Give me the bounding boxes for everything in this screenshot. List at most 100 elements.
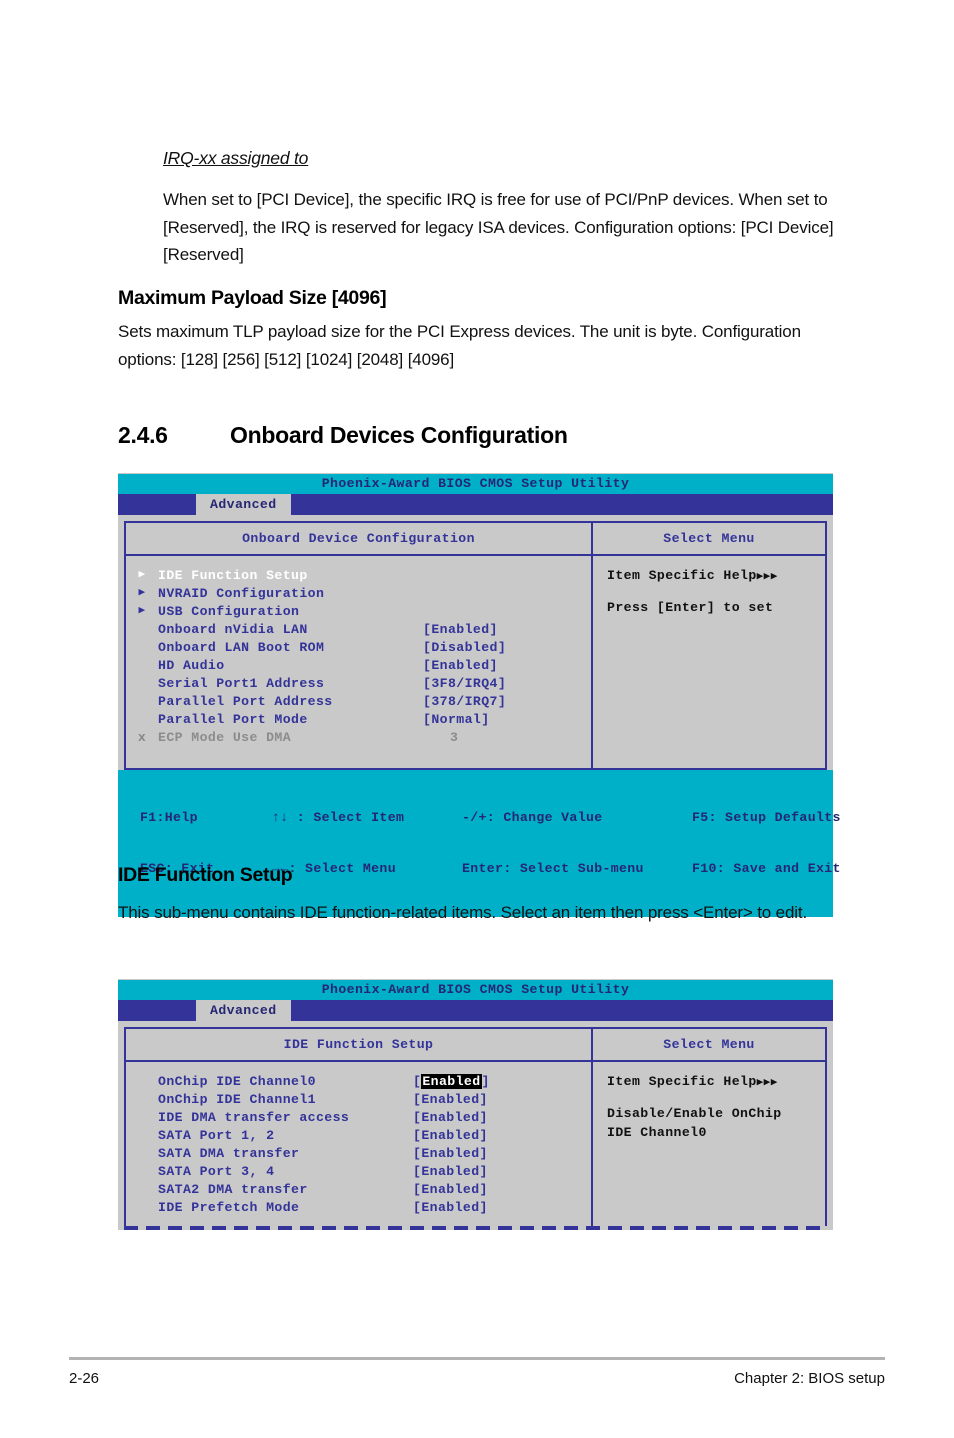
submenu-arrow-icon: ▶ xyxy=(138,605,146,617)
option-value[interactable]: [Enabled] xyxy=(413,1146,488,1161)
bios-screen-ide-function-setup[interactable]: Phoenix-Award BIOS CMOS Setup Utility Ad… xyxy=(118,979,833,1230)
arrow-placeholder: . xyxy=(126,1072,158,1090)
footer-chapter-label: Chapter 2: BIOS setup xyxy=(734,1370,885,1387)
section-number: 2.4.6 xyxy=(118,422,168,448)
help-arrows-icon: ▶▶▶ xyxy=(756,571,778,583)
option-value[interactable]: [Enabled] xyxy=(413,1182,488,1197)
arrow-placeholder: . xyxy=(126,1144,158,1162)
bios2-main-panel: IDE Function Setup . OnChip IDE Channel0… xyxy=(126,1029,593,1226)
option-row-ide-dma-transfer-access[interactable]: . IDE DMA transfer access [Enabled] xyxy=(126,1108,591,1126)
option-label: OnChip IDE Channel0 xyxy=(158,1073,316,1089)
bios1-legend-row-1: F1:Help ↑↓ : Select Item -/+: Change Val… xyxy=(140,809,840,826)
option-value-text: Enabled xyxy=(421,1163,480,1179)
bios2-tab-spacer-right xyxy=(291,1000,833,1021)
option-value[interactable]: [Normal] xyxy=(423,712,490,727)
bios2-help-line-1: Disable/Enable OnChip xyxy=(607,1106,782,1121)
option-row-onchip-ide-channel1[interactable]: . OnChip IDE Channel1 [Enabled] xyxy=(126,1090,591,1108)
bios1-side-title: Select Menu xyxy=(593,523,825,556)
option-row-sata-dma-transfer[interactable]: . SATA DMA transfer [Enabled] xyxy=(126,1144,591,1162)
ide-heading: IDE Function Setup xyxy=(118,864,293,886)
option-value-text[interactable]: Enabled xyxy=(421,1073,482,1089)
bios1-tab-bar[interactable]: Advanced xyxy=(118,494,833,515)
option-row-serial-port1-address[interactable]: Serial Port1 Address [3F8/IRQ4] xyxy=(126,674,591,692)
option-value-text: Enabled xyxy=(421,1109,480,1125)
option-value[interactable]: [Enabled] xyxy=(423,658,498,673)
option-value-highlighted[interactable]: [Enabled] xyxy=(413,1073,490,1089)
option-row-ide-prefetch-mode[interactable]: . IDE Prefetch Mode [Enabled] xyxy=(126,1198,591,1216)
option-value-text: Enabled xyxy=(421,1181,480,1197)
option-label: SATA2 DMA transfer xyxy=(158,1181,308,1197)
option-label: USB Configuration xyxy=(158,603,300,619)
option-value[interactable]: [3F8/IRQ4] xyxy=(423,676,506,691)
section-title: Onboard Devices Configuration xyxy=(230,422,568,448)
option-row-onchip-ide-channel0[interactable]: . OnChip IDE Channel0 [Enabled] xyxy=(126,1072,591,1090)
document-page: IRQ-xx assigned to When set to [PCI Devi… xyxy=(0,0,954,1438)
bios1-tab-advanced[interactable]: Advanced xyxy=(196,494,291,515)
option-value[interactable]: [Enabled] xyxy=(413,1128,488,1143)
bios2-tab-advanced[interactable]: Advanced xyxy=(196,1000,291,1021)
bios2-panels: IDE Function Setup . OnChip IDE Channel0… xyxy=(124,1027,827,1226)
option-value[interactable]: [Enabled] xyxy=(413,1164,488,1179)
bios2-help-gap xyxy=(593,1093,825,1104)
footer-divider xyxy=(69,1357,885,1360)
arrow-placeholder: . xyxy=(126,1198,158,1216)
bios2-panel-title: IDE Function Setup xyxy=(126,1029,591,1062)
option-row-nvraid-configuration[interactable]: ▶ NVRAID Configuration xyxy=(126,584,591,602)
arrow-placeholder: . xyxy=(126,1162,158,1180)
footer-page-number: 2-26 xyxy=(69,1370,100,1387)
legend-f1-help[interactable]: F1:Help xyxy=(140,809,272,826)
option-label: Parallel Port Address xyxy=(158,693,333,709)
option-value[interactable]: [Enabled] xyxy=(423,622,498,637)
option-value[interactable]: [378/IRQ7] xyxy=(423,694,506,709)
bios1-help-panel: Select Menu Item Specific Help▶▶▶ Press … xyxy=(593,523,825,768)
help-arrows-icon: ▶▶▶ xyxy=(756,1077,778,1089)
option-row-parallel-port-address[interactable]: Parallel Port Address [378/IRQ7] xyxy=(126,692,591,710)
bios2-option-list[interactable]: . OnChip IDE Channel0 [Enabled] . OnChip… xyxy=(126,1062,591,1226)
arrow-placeholder: . xyxy=(126,1090,158,1108)
bios1-option-list[interactable]: ▶ IDE Function Setup ▶ NVRAID Configurat… xyxy=(126,556,591,768)
option-row-usb-configuration[interactable]: ▶ USB Configuration xyxy=(126,602,591,620)
option-label: IDE Prefetch Mode xyxy=(158,1199,300,1215)
option-row-sata2-dma-transfer[interactable]: . SATA2 DMA transfer [Enabled] xyxy=(126,1180,591,1198)
payload-heading: Maximum Payload Size [4096] xyxy=(118,287,387,309)
bios1-help-line-1: Press [Enter] to set xyxy=(607,600,774,615)
bios1-title-bar: Phoenix-Award BIOS CMOS Setup Utility xyxy=(118,474,833,494)
option-label: SATA Port 3, 4 xyxy=(158,1163,275,1179)
bios2-tab-bar[interactable]: Advanced xyxy=(118,1000,833,1021)
option-row-sata-port-1-2[interactable]: . SATA Port 1, 2 [Enabled] xyxy=(126,1126,591,1144)
bios1-tab-spacer-left xyxy=(118,494,196,515)
bios2-title-bar: Phoenix-Award BIOS CMOS Setup Utility xyxy=(118,980,833,1000)
submenu-arrow-icon: ▶ xyxy=(138,587,146,599)
irq-heading: IRQ-xx assigned to xyxy=(163,148,309,168)
bios1-help-content: Item Specific Help▶▶▶ Press [Enter] to s… xyxy=(593,556,825,617)
bios1-panel-title: Onboard Device Configuration xyxy=(126,523,591,556)
option-label: SATA DMA transfer xyxy=(158,1145,300,1161)
bios1-help-label: Item Specific Help▶▶▶ xyxy=(593,566,825,587)
option-value[interactable]: [Enabled] xyxy=(413,1110,488,1125)
option-value[interactable]: [Enabled] xyxy=(413,1200,488,1215)
option-value[interactable]: [Enabled] xyxy=(413,1092,488,1107)
option-value: 3 xyxy=(450,729,459,745)
option-value[interactable]: [Disabled] xyxy=(423,640,506,655)
legend-f5-setup-defaults[interactable]: F5: Setup Defaults xyxy=(692,809,841,826)
bios1-panels: Onboard Device Configuration ▶ IDE Funct… xyxy=(124,521,827,770)
option-row-parallel-port-mode[interactable]: Parallel Port Mode [Normal] xyxy=(126,710,591,728)
arrow-placeholder: . xyxy=(126,1126,158,1144)
bios2-help-content: Item Specific Help▶▶▶ Disable/Enable OnC… xyxy=(593,1062,825,1142)
option-row-onboard-lan-boot-rom[interactable]: Onboard LAN Boot ROM [Disabled] xyxy=(126,638,591,656)
help-label-text: Item Specific Help xyxy=(607,568,757,583)
option-row-ecp-mode-use-dma: x ECP Mode Use DMA 3 xyxy=(126,728,591,746)
option-label: HD Audio xyxy=(158,657,225,673)
bios-screen-onboard-devices[interactable]: Phoenix-Award BIOS CMOS Setup Utility Ad… xyxy=(118,473,840,917)
legend-change-value: -/+: Change Value xyxy=(462,810,603,825)
bios2-cut-off-edge xyxy=(124,1226,827,1230)
bios2-tab-spacer-left xyxy=(118,1000,196,1021)
option-row-hd-audio[interactable]: HD Audio [Enabled] xyxy=(126,656,591,674)
option-row-sata-port-3-4[interactable]: . SATA Port 3, 4 [Enabled] xyxy=(126,1162,591,1180)
arrow-placeholder: . xyxy=(126,1180,158,1198)
bios1-body: Onboard Device Configuration ▶ IDE Funct… xyxy=(118,515,833,770)
option-row-ide-function-setup[interactable]: ▶ IDE Function Setup xyxy=(126,566,591,584)
option-row-onboard-nvidia-lan[interactable]: Onboard nVidia LAN [Enabled] xyxy=(126,620,591,638)
option-label: Onboard LAN Boot ROM xyxy=(158,639,325,655)
ide-body-text: This sub-menu contains IDE function-rela… xyxy=(118,903,808,922)
